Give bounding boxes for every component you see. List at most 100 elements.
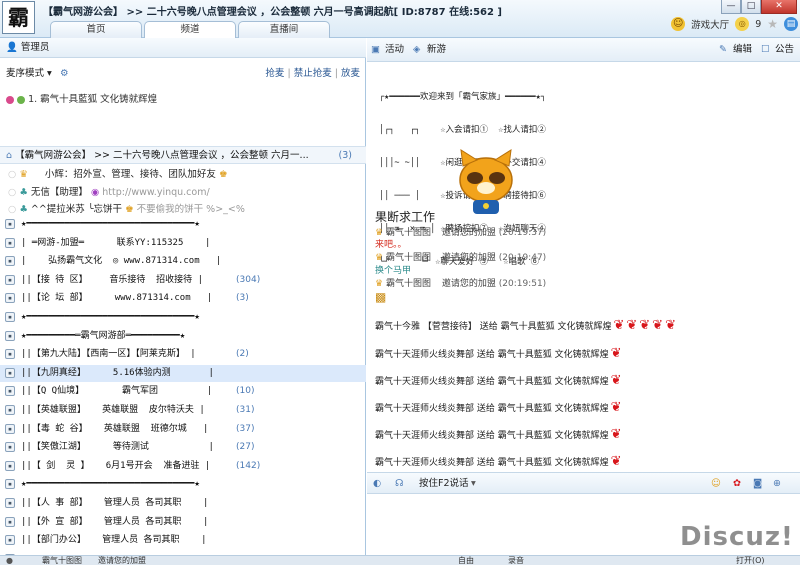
member-row[interactable]: ○ ♛ 小辉：招外宣、管理、接待、团队加好友 ♚ <box>8 166 227 180</box>
voice-settings-icon[interactable]: ◐ <box>373 473 381 495</box>
lock-icon[interactable]: ▪ <box>5 330 15 341</box>
maximize-button[interactable]: □ <box>741 0 761 14</box>
invite-user[interactable]: 霸气十图图 <box>386 279 431 289</box>
lock-icon[interactable]: ▪ <box>5 349 15 360</box>
room-row[interactable]: ▪ ★━━━━━━━━━━━━━━━━━━━━━━━━━━━━━━━★ <box>0 476 366 493</box>
rose-icons: ❦ ❦ ❦ ❦ ❦ <box>611 318 676 333</box>
tab-channel[interactable]: 频道 <box>144 21 236 39</box>
channel-root-row[interactable]: ⌂ 【霸气网游公会】 >> 二十六号晚八点管理会议 ，公会整顿 六月一... (… <box>0 146 366 164</box>
member-name: ^^提拉米苏 ╰忘饼干 <box>30 204 123 215</box>
mic-settings-icon[interactable]: ⚙ <box>60 64 69 84</box>
member-row[interactable]: ○ ♣ 无信【助理】 ◉ http://www.yinqu.com/ <box>8 184 210 198</box>
room-name: ||【人 事 部】 管理人员 各司其职 | <box>21 498 209 508</box>
edit-icon: ✎ <box>719 44 727 55</box>
lock-icon[interactable]: ▪ <box>5 516 15 527</box>
room-row[interactable]: ▪ ||【第九大陆】【西南一区】【阿莱克斯】 | (2) <box>0 346 366 363</box>
game-hall-link[interactable]: 游戏大厅 <box>691 17 729 31</box>
record-button[interactable]: 录音 <box>508 556 524 565</box>
grab-mic-link[interactable]: 抢麦 <box>265 68 284 79</box>
headset-icon[interactable]: ☊ <box>395 473 403 495</box>
room-row[interactable]: ▪ ★━━━━━━━━━═霸气网游部═━━━━━━━━━★ <box>0 328 366 345</box>
room-count: (37) <box>236 423 255 434</box>
chat-area[interactable]: 果断求工作 ♛ 霸气十图图 邀请您的加盟 (20:19:37) 来吧。。 ♛ 霸… <box>375 208 795 469</box>
ptt-label[interactable]: 按住F2说话 <box>419 473 469 495</box>
room-row[interactable]: ▪ ||【人 事 部】 管理人员 各司其职 | <box>0 495 366 512</box>
flower-icon[interactable]: ✿ <box>733 473 741 495</box>
invite-msg[interactable]: 邀请您的加盟 <box>442 279 496 289</box>
room-row[interactable]: ▪ ||【 剑 灵 】 6月1号开会 准备进驻 | (142) <box>0 458 366 475</box>
gift-text: 霸气十天涯师火线炎舞部 送给 霸气十具藍狐 文化铸就辉煌 <box>375 431 609 441</box>
mic-mode-select[interactable]: 麦序模式 ▾ <box>6 64 52 84</box>
lock-icon[interactable]: ▪ <box>5 386 15 397</box>
room-row[interactable]: ▪ ||【Q Q仙境】 霸气军团 | (10) <box>0 383 366 400</box>
lock-icon[interactable]: ▪ <box>5 237 15 248</box>
rose-icon: ❦ <box>652 318 664 333</box>
mic-queue-item[interactable]: 1. 霸气十具藍狐 文化铸就辉煌 <box>6 91 157 105</box>
status-msg: 邀请您的加盟 <box>98 556 146 565</box>
lock-icon[interactable]: ▪ <box>5 405 15 415</box>
member-row[interactable]: ○ ♣ ^^提拉米苏 ╰忘饼干 ♚ 不要偷我的饼干 %>_<% <box>8 201 245 215</box>
room-row[interactable]: ▪ ||【毒 蛇 谷】 英雄联盟 班德尔城 | (37) <box>0 421 366 438</box>
lock-icon[interactable]: ▪ <box>5 442 15 453</box>
close-button[interactable]: ✕ <box>761 0 797 14</box>
room-row[interactable]: ▪ ||【英雄联盟】 英雄联盟 皮尔特沃夫 | (31) <box>0 402 366 419</box>
room-row[interactable]: ▪ ||【外 宣 部】 管理人员 各司其职 | <box>0 514 366 531</box>
lock-icon[interactable]: ▪ <box>5 498 15 508</box>
room-row[interactable]: ▪ ||【笑傲江湖】 等待测试 | (27) <box>0 439 366 456</box>
room-name: ||【Q Q仙境】 霸气军团 | <box>21 386 213 397</box>
star-icon[interactable]: ★ <box>767 17 778 31</box>
lock-icon[interactable]: ▪ <box>5 367 15 378</box>
room-name: ||【论 坛 部】 www.871314.com | <box>21 293 213 304</box>
chat-message: 来吧。。 <box>375 240 407 250</box>
admin-bar[interactable]: 👤 管理员 <box>0 38 366 58</box>
emoticon-icon: ▩ <box>375 290 387 304</box>
invite-user[interactable]: 霸气十图图 <box>386 253 431 263</box>
invite-msg[interactable]: 邀请您的加盟 <box>442 253 496 263</box>
room-row[interactable]: ▪ ★━━━━━━━━━━━━━━━━━━━━━━━━━━━━━━━★ <box>0 309 366 326</box>
menu-icon[interactable]: ▤ <box>784 17 798 31</box>
member-signature: http://www.yinqu.com/ <box>102 187 210 198</box>
room-row[interactable]: ▪ ||【部门办公】 管理人员 各司其职 | <box>0 532 366 549</box>
more-icon[interactable]: ⊕ <box>773 473 781 495</box>
gift-text: 霸气十天涯师火线炎舞部 送给 霸气十具藍狐 文化铸就辉煌 <box>375 458 609 468</box>
tab-live[interactable]: 直播间 <box>238 21 330 38</box>
free-mode[interactable]: 自由 <box>458 556 474 565</box>
edit-button[interactable]: 编辑 <box>733 38 752 62</box>
emoji-icon[interactable]: ☺ <box>711 473 721 495</box>
invite-msg[interactable]: 邀请您的加盟 <box>442 228 496 238</box>
room-row[interactable]: ▪ | ═网游-加盟═ 联系YY:115325 | <box>0 235 366 252</box>
room-row[interactable]: ▪ ★━━━━━━━━━━━━━━━━━━━━━━━━━━━━━━━★ <box>0 216 366 233</box>
forbid-grab-link[interactable]: 禁止抢麦 <box>294 68 332 79</box>
window-title: 【霸气网游公会】 >> 二十六号晚八点管理会议 ，公会整顿 六月一号高调起航[ … <box>43 7 502 18</box>
open-button[interactable]: 打开(O) <box>736 556 765 565</box>
room-name: ||【 剑 灵 】 6月1号开会 准备进驻 | <box>21 460 211 471</box>
notice-icon: ☐ <box>761 44 770 55</box>
activity-button[interactable]: 活动 <box>385 38 404 62</box>
lock-icon[interactable]: ▪ <box>5 535 15 546</box>
room-name: ||【接 待 区】 音乐接待 招收接待 | <box>21 274 204 285</box>
release-mic-link[interactable]: 放麦 <box>341 68 360 79</box>
lock-icon[interactable]: ▪ <box>5 423 15 434</box>
lock-icon[interactable]: ▪ <box>5 460 15 471</box>
new-game-button[interactable]: 新游 <box>427 38 446 62</box>
room-row[interactable]: ▪ ||【接 待 区】 音乐接待 招收接待 | (304) <box>0 272 366 289</box>
status-dot-icon <box>6 95 14 104</box>
lock-icon[interactable]: ▪ <box>5 256 15 267</box>
lock-icon[interactable]: ▪ <box>5 293 15 304</box>
room-row[interactable]: ▪ ||【九阴真经】 5.16体验内测 | <box>0 364 366 382</box>
coin-icon: ◎ <box>735 17 750 31</box>
room-name: ||【部门办公】 管理人员 各司其职 | <box>21 535 207 546</box>
notice-button[interactable]: 公告 <box>775 38 794 62</box>
room-row[interactable]: ▪ | 弘扬霸气文化 ◎ www.871314.com | <box>0 253 366 270</box>
rose-icon: ❦ <box>610 373 622 388</box>
chat-bubble-icon[interactable]: ◙ <box>753 473 762 495</box>
lock-icon[interactable]: ▪ <box>5 219 15 229</box>
ptt-dropdown-icon[interactable]: ▾ <box>471 473 476 495</box>
invite-time: (20:19:37) <box>498 228 547 238</box>
lock-icon[interactable]: ▪ <box>5 274 15 285</box>
minimize-button[interactable]: — <box>721 0 741 14</box>
lock-icon[interactable]: ▪ <box>5 479 15 490</box>
lock-icon[interactable]: ▪ <box>5 312 15 322</box>
room-row[interactable]: ▪ ||【论 坛 部】 www.871314.com | (3) <box>0 290 366 307</box>
tab-home[interactable]: 首页 <box>50 21 142 38</box>
